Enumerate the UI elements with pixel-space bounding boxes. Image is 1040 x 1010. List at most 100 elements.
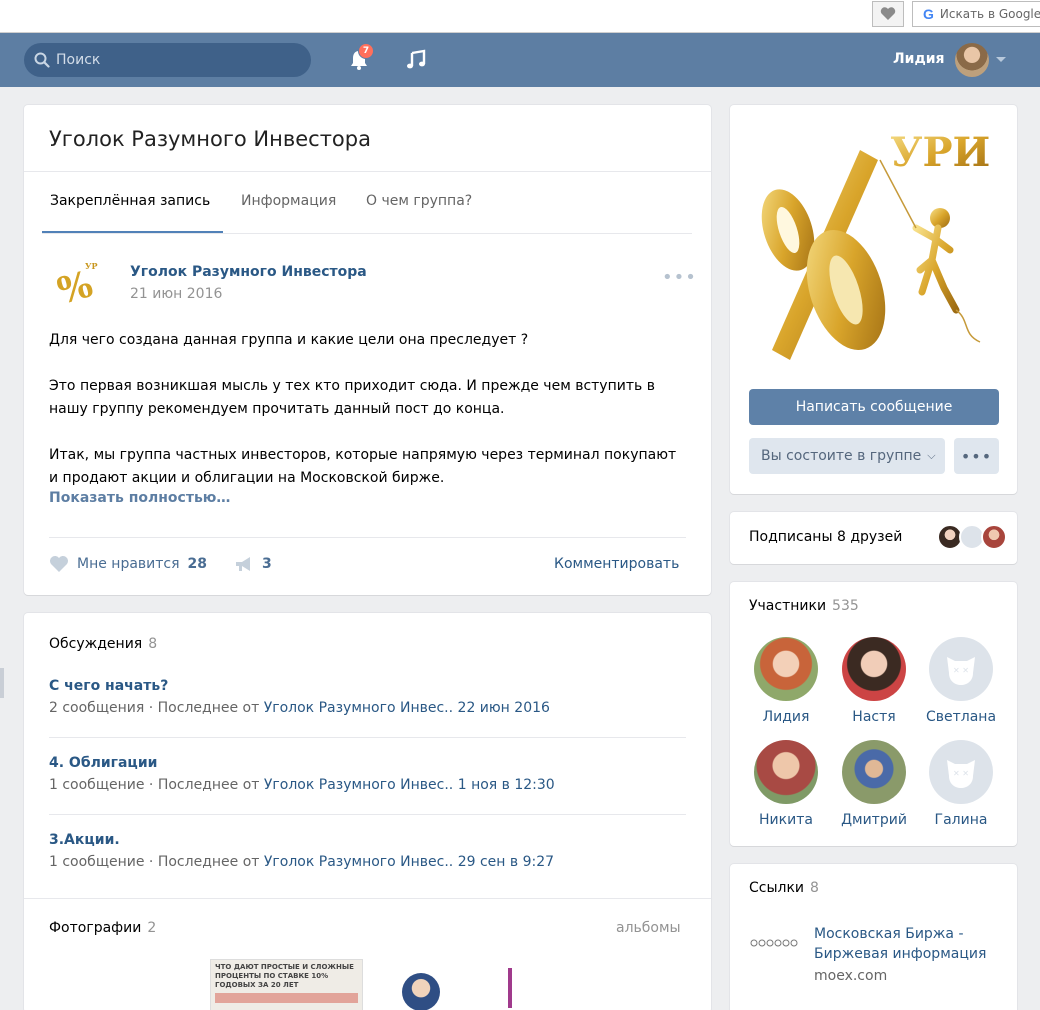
- links-header[interactable]: Ссылки 8: [749, 880, 819, 896]
- discussion-author-link[interactable]: Уголок Разумного Инвес..: [264, 777, 453, 793]
- member-item[interactable]: Настя: [829, 637, 919, 725]
- member-name: Галина: [934, 812, 988, 828]
- search-box[interactable]: [24, 43, 311, 77]
- current-user-avatar[interactable]: [955, 43, 989, 77]
- group-cover-image[interactable]: УРИ: [750, 120, 998, 370]
- post-date[interactable]: 21 июн 2016: [130, 286, 222, 302]
- members-title: Участники: [749, 598, 827, 614]
- divider: [49, 537, 686, 538]
- share-count: 3: [262, 556, 272, 572]
- member-item[interactable]: Дмитрий: [829, 740, 919, 828]
- music-note-icon: [407, 49, 426, 69]
- like-button[interactable]: Мне нравится 28: [49, 555, 207, 573]
- notifications-badge: 7: [358, 43, 374, 59]
- share-button[interactable]: 3: [234, 555, 272, 573]
- discussion-title-link[interactable]: С чего начать?: [49, 678, 686, 694]
- avatar: [754, 637, 818, 701]
- google-g-icon: G: [923, 6, 934, 22]
- member-item[interactable]: Лидия: [741, 637, 831, 725]
- tab-about-group[interactable]: О чем группа?: [366, 193, 472, 209]
- photos-title: Фотографии: [49, 920, 142, 936]
- discussion-time-link[interactable]: 29 сен в 9:27: [458, 854, 554, 870]
- more-actions-button[interactable]: •••: [954, 438, 999, 474]
- heart-icon: [50, 556, 68, 572]
- svg-text:✕ ✕: ✕ ✕: [953, 666, 969, 675]
- member-name: Настя: [852, 709, 896, 725]
- post-paragraph: Это первая возникшая мысль у тех кто при…: [49, 378, 655, 417]
- member-name: Никита: [759, 812, 813, 828]
- moex-logo-icon: [750, 939, 798, 947]
- discussion-title-link[interactable]: 4. Облигации: [49, 755, 686, 771]
- member-item[interactable]: Никита: [741, 740, 831, 828]
- discussion-author-link[interactable]: Уголок Разумного Инвес..: [264, 854, 453, 870]
- site-header: 7 Лидия: [0, 33, 1040, 87]
- chevron-down-icon[interactable]: [996, 57, 1006, 62]
- external-link-domain: moex.com: [814, 968, 888, 984]
- discussion-time-link[interactable]: 22 июн 2016: [458, 700, 550, 716]
- photo-caption: ЧТО ДАЮТ ПРОСТЫЕ И СЛОЖНЫЕ ПРОЦЕНТЫ ПО С…: [215, 963, 354, 989]
- discussion-author-link[interactable]: Уголок Разумного Инвес..: [264, 700, 453, 716]
- member-name: Лидия: [762, 709, 810, 725]
- member-item[interactable]: ✕ ✕ Галина: [916, 740, 1006, 828]
- discussions-panel: Обсуждения 8 С чего начать? 2 сообщения ·…: [24, 613, 711, 1010]
- tab-pinned-post[interactable]: Закреплённая запись: [50, 193, 210, 209]
- discussions-header[interactable]: Обсуждения 8: [49, 636, 157, 652]
- browser-toolbar: G Искать в Google: [0, 0, 1040, 33]
- write-message-button[interactable]: Написать сообщение: [749, 389, 999, 425]
- megaphone-icon: [236, 557, 250, 571]
- photos-count: 2: [147, 920, 157, 936]
- svg-text:УР: УР: [85, 261, 98, 271]
- heart-icon: [880, 7, 896, 20]
- friends-subscribed-panel[interactable]: Подписаны 8 друзей: [730, 512, 1017, 564]
- scroll-indicator[interactable]: [0, 668, 4, 698]
- members-count: 535: [832, 598, 859, 614]
- photo-thumbnail[interactable]: [402, 973, 440, 1010]
- divider: [24, 898, 711, 899]
- show-more-link[interactable]: Показать полностью…: [49, 490, 230, 506]
- external-link-title[interactable]: Московская Биржа - Биржевая информация: [814, 924, 1004, 964]
- post-author-link[interactable]: Уголок Разумного Инвестора: [130, 264, 367, 280]
- bookmark-heart-button[interactable]: [872, 1, 904, 27]
- divider: [49, 814, 686, 815]
- avatar: [981, 524, 1007, 550]
- membership-dropdown[interactable]: Вы состоите в группе ⌵: [749, 438, 945, 474]
- cover-logo-text: УРИ: [890, 129, 990, 176]
- avatar: [842, 637, 906, 701]
- post-paragraph: Для чего создана данная группа и какие ц…: [49, 332, 529, 348]
- default-dog-avatar-icon: ✕ ✕: [947, 760, 975, 788]
- photo-thumbnail[interactable]: ЧТО ДАЮТ ПРОСТЫЕ И СЛОЖНЫЕ ПРОЦЕНТЫ ПО С…: [210, 959, 363, 1010]
- albums-link[interactable]: альбомы: [616, 920, 681, 936]
- group-main-panel: Уголок Разумного Инвестора Закреплённая …: [24, 105, 711, 595]
- discussions-title: Обсуждения: [49, 636, 143, 652]
- post-more-menu[interactable]: •••: [662, 267, 697, 288]
- active-tab-indicator: [42, 231, 223, 233]
- tab-information[interactable]: Информация: [241, 193, 336, 209]
- members-panel: Участники 535 Лидия Настя ✕ ✕ Светлана Ни…: [730, 582, 1017, 846]
- discussion-meta: 2 сообщения · Последнее от Уголок Разумн…: [49, 700, 550, 716]
- search-input[interactable]: [56, 52, 296, 68]
- list-item: 3.Акции. 1 сообщение · Последнее от Угол…: [49, 832, 686, 870]
- member-name: Светлана: [925, 709, 997, 725]
- discussion-time-link[interactable]: 1 ноя в 12:30: [458, 777, 555, 793]
- comment-button[interactable]: Комментировать: [554, 556, 679, 572]
- like-label: Мне нравится: [77, 556, 180, 572]
- photos-header[interactable]: Фотографии 2: [49, 920, 156, 936]
- music-button[interactable]: [403, 47, 429, 73]
- group-tabs: Закреплённая запись Информация О чем гру…: [42, 172, 692, 234]
- google-search-box[interactable]: G Искать в Google: [912, 1, 1040, 27]
- group-cover-panel: УРИ Написать сообщение Вы состоите в гру…: [730, 105, 1017, 494]
- avatar: ✕ ✕: [929, 637, 993, 701]
- post-author-avatar[interactable]: % УР: [49, 255, 107, 313]
- member-name: Дмитрий: [841, 812, 907, 828]
- discussion-title-link[interactable]: 3.Акции.: [49, 832, 686, 848]
- members-header[interactable]: Участники 535: [749, 598, 859, 614]
- membership-label: Вы состоите в группе: [761, 448, 922, 464]
- search-icon: [34, 52, 50, 68]
- svg-text:✕ ✕: ✕ ✕: [953, 769, 969, 778]
- current-user-name[interactable]: Лидия: [893, 51, 945, 67]
- photo-thumbnail[interactable]: [508, 968, 512, 1008]
- chevron-down-icon: ⌵: [927, 449, 936, 462]
- list-item: С чего начать? 2 сообщения · Последнее о…: [49, 678, 686, 716]
- google-search-placeholder: Искать в Google: [939, 7, 1040, 21]
- member-item[interactable]: ✕ ✕ Светлана: [916, 637, 1006, 725]
